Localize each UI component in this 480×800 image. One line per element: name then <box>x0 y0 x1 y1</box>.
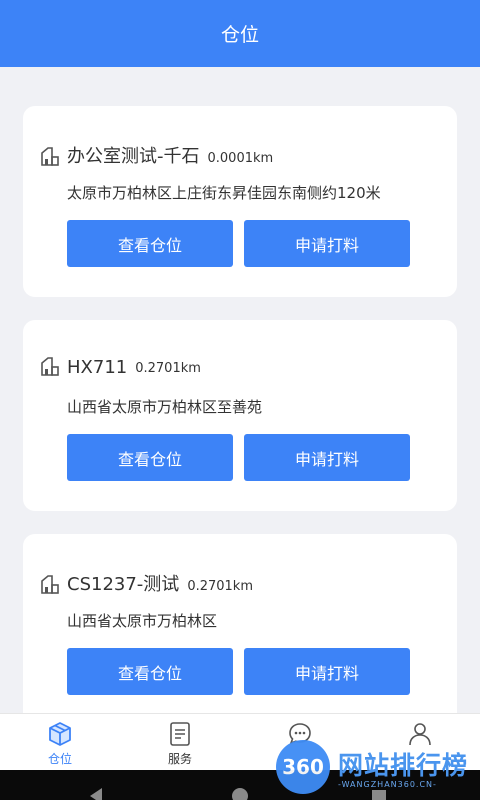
warehouse-icon <box>41 147 59 166</box>
warehouse-card: 办公室测试-千石 0.0001km 太原市万柏林区上庄街东昇佳园东南侧约120米… <box>23 106 457 297</box>
warehouse-distance: 0.0001km <box>207 151 274 166</box>
tab-warehouse[interactable]: 仓位 <box>0 714 120 771</box>
card-title-row: 办公室测试-千石 0.0001km <box>40 142 273 168</box>
watermark-subtitle: -WANGZHAN360.CN- <box>338 780 437 789</box>
apply-material-button[interactable]: 申请打料 <box>244 648 410 695</box>
warehouse-name: HX711 <box>67 357 128 378</box>
view-warehouse-button[interactable]: 查看仓位 <box>67 648 233 695</box>
warehouse-name: 办公室测试-千石 <box>67 146 200 167</box>
warehouse-name: CS1237-测试 <box>67 574 180 595</box>
view-warehouse-button[interactable]: 查看仓位 <box>67 220 233 267</box>
warehouse-icon <box>41 575 59 594</box>
watermark-title: 网站排行榜 <box>338 751 469 780</box>
back-icon[interactable] <box>90 788 102 800</box>
card-title-row: HX711 0.2701km <box>40 356 201 378</box>
warehouse-card: HX711 0.2701km 山西省太原市万柏林区至善苑 查看仓位 申请打料 <box>23 320 457 511</box>
warehouse-address: 山西省太原市万柏林区 <box>67 612 218 630</box>
warehouse-distance: 0.2701km <box>187 579 253 594</box>
warehouse-distance: 0.2701km <box>135 361 201 376</box>
warehouse-address: 山西省太原市万柏林区至善苑 <box>67 398 263 416</box>
home-icon[interactable] <box>232 788 248 800</box>
warehouse-icon <box>41 357 59 376</box>
page-title: 仓位 <box>220 24 259 46</box>
tab-service[interactable]: 服务 <box>120 714 240 771</box>
document-icon <box>170 722 190 746</box>
apply-material-button[interactable]: 申请打料 <box>244 434 410 481</box>
watermark-badge: 360 <box>276 740 330 794</box>
tab-label: 服务 <box>167 752 192 766</box>
card-title-row: CS1237-测试 0.2701km <box>40 570 253 596</box>
header: 仓位 <box>0 0 480 67</box>
watermark: 360 网站排行榜 -WANGZHAN360.CN- <box>270 720 480 798</box>
view-warehouse-button[interactable]: 查看仓位 <box>67 434 233 481</box>
apply-material-button[interactable]: 申请打料 <box>244 220 410 267</box>
warehouse-address: 太原市万柏林区上庄街东昇佳园东南侧约120米 <box>67 184 381 202</box>
tab-label: 仓位 <box>47 752 72 766</box>
box-icon <box>49 722 71 746</box>
warehouse-card: CS1237-测试 0.2701km 山西省太原市万柏林区 查看仓位 申请打料 <box>23 534 457 725</box>
